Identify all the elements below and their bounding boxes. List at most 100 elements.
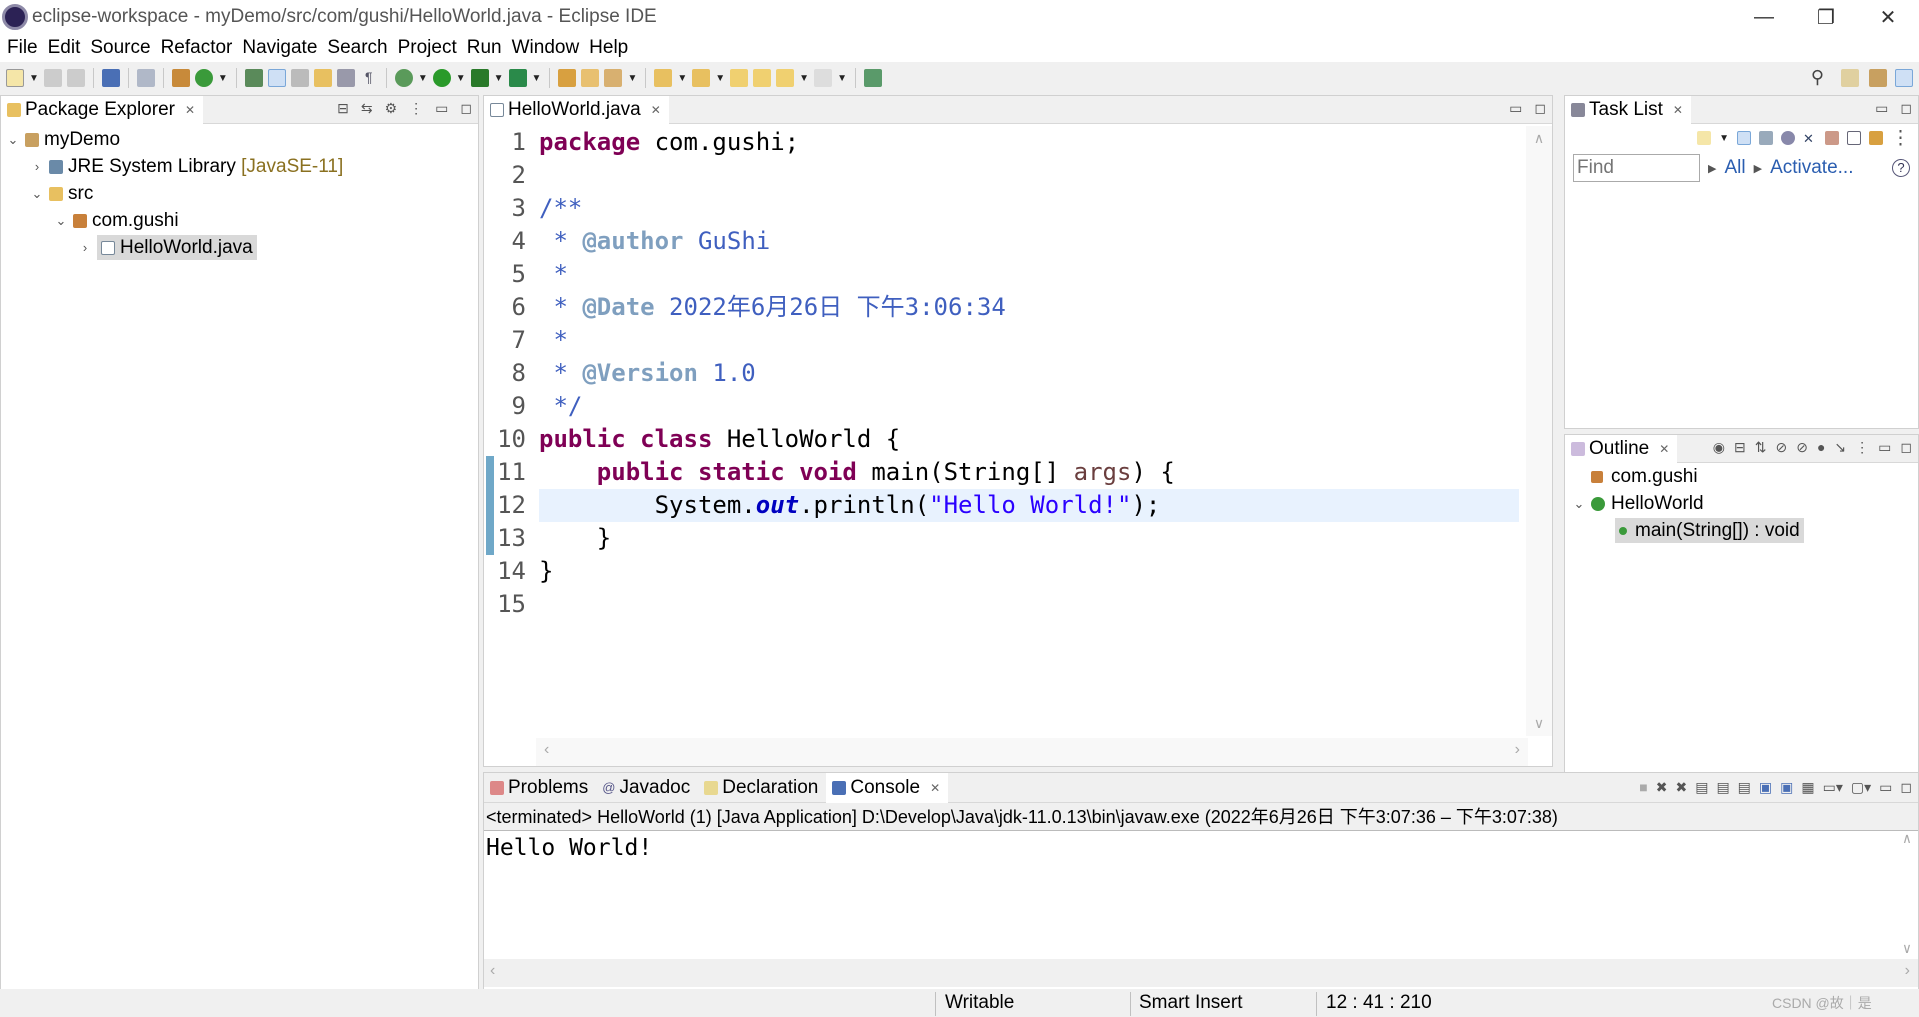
- pilcrow-icon[interactable]: ¶: [360, 69, 378, 87]
- tree-item-jre[interactable]: › JRE System Library [JavaSE-11]: [1, 153, 478, 180]
- forward-disabled-icon[interactable]: [814, 69, 833, 87]
- minimize-button[interactable]: —: [1733, 0, 1795, 34]
- link-with-editor-icon[interactable]: ⇆: [361, 100, 373, 117]
- menu-navigate[interactable]: Navigate: [242, 37, 317, 59]
- status-cursor-position[interactable]: 12 : 41 : 210: [1326, 989, 1432, 1017]
- code-editor[interactable]: 1 2 3 4 5 6 7 8 9 10 11 12 13 14 15 package com.gushi;…: [484, 126, 1524, 734]
- terminal-icon[interactable]: [101, 69, 120, 87]
- java-perspective-icon[interactable]: [1895, 69, 1913, 87]
- minimize-icon[interactable]: ▭: [1875, 100, 1888, 117]
- collapse-all-icon[interactable]: ⊟: [337, 100, 349, 117]
- find-input[interactable]: [1573, 154, 1700, 182]
- external-tools-icon[interactable]: [508, 69, 527, 87]
- pin-console-icon[interactable]: ▦: [1801, 779, 1814, 796]
- hide-completed-icon[interactable]: ✕: [1803, 131, 1817, 146]
- close-icon[interactable]: ✕: [930, 781, 940, 795]
- menu-file[interactable]: File: [7, 37, 38, 59]
- block-selection-icon[interactable]: [290, 69, 309, 87]
- remove-launch-icon[interactable]: ✖: [1656, 779, 1668, 796]
- close-button[interactable]: ✕: [1857, 0, 1919, 34]
- pin-editor-icon[interactable]: [863, 69, 882, 87]
- scroll-lock-icon[interactable]: ▤: [1716, 779, 1729, 796]
- open-folder-icon[interactable]: [581, 69, 600, 87]
- tab-problems[interactable]: Problems: [484, 774, 596, 802]
- tree-item-mydemo[interactable]: ⌄ myDemo: [1, 126, 478, 153]
- close-icon[interactable]: ✕: [1673, 103, 1683, 117]
- view-menu-icon[interactable]: ⋮: [1891, 127, 1910, 150]
- close-icon[interactable]: ✕: [1659, 442, 1669, 456]
- chevron-down-icon[interactable]: ⌄: [29, 186, 45, 202]
- tree-item-package[interactable]: ⌄ com.gushi: [1, 207, 478, 234]
- forward-icon[interactable]: [776, 69, 795, 87]
- maximize-icon[interactable]: ◻: [1900, 779, 1912, 796]
- word-wrap-icon[interactable]: ▤: [1738, 779, 1751, 796]
- new-icon[interactable]: [6, 69, 24, 87]
- all-link[interactable]: All: [1724, 157, 1745, 179]
- categorized-icon[interactable]: [1737, 131, 1751, 145]
- console-horizontal-scrollbar[interactable]: ‹ ›: [484, 959, 1918, 987]
- java-ee-perspective-icon[interactable]: [1869, 69, 1887, 87]
- hide-static-icon[interactable]: ⊘: [1796, 439, 1808, 456]
- tab-declaration[interactable]: Declaration: [698, 774, 826, 802]
- view-menu-icon[interactable]: ⋮: [409, 100, 423, 117]
- tab-helloworld-java[interactable]: HelloWorld.java ✕: [484, 95, 669, 124]
- maximize-icon[interactable]: ◻: [1900, 100, 1912, 117]
- menu-refactor[interactable]: Refactor: [161, 37, 233, 59]
- minimize-icon[interactable]: ▭: [1878, 439, 1891, 456]
- sort-icon[interactable]: ⇅: [1755, 439, 1767, 456]
- help-icon[interactable]: ?: [1892, 159, 1910, 177]
- search-icon[interactable]: ⚲: [1811, 67, 1824, 88]
- last-edit-icon[interactable]: [730, 69, 749, 87]
- menu-search[interactable]: Search: [327, 37, 387, 59]
- scheduled-icon[interactable]: [1759, 131, 1773, 145]
- show-assigned-icon[interactable]: [1825, 131, 1839, 145]
- maximize-icon[interactable]: ◻: [1900, 439, 1912, 456]
- skip-breakpoints-icon[interactable]: [136, 69, 155, 87]
- save-all-icon[interactable]: [66, 69, 85, 87]
- chevron-right-icon[interactable]: ›: [29, 159, 45, 174]
- chevron-down-icon[interactable]: ⌄: [5, 132, 21, 148]
- menu-project[interactable]: Project: [398, 37, 457, 59]
- new-java-package-icon[interactable]: [171, 69, 190, 87]
- back-icon[interactable]: [753, 69, 772, 87]
- hide-fields-icon[interactable]: ⊘: [1775, 439, 1787, 456]
- previous-annotation-icon[interactable]: [692, 69, 711, 87]
- remove-all-icon[interactable]: ✖: [1675, 779, 1687, 796]
- collapse-all-icon[interactable]: [1847, 131, 1861, 145]
- tab-console[interactable]: Console ✕: [826, 772, 949, 803]
- run-icon[interactable]: [432, 69, 451, 87]
- status-insert-mode[interactable]: Smart Insert: [1139, 989, 1242, 1017]
- tab-package-explorer[interactable]: Package Explorer ✕: [1, 95, 204, 124]
- open-console-icon[interactable]: ▢▾: [1851, 779, 1871, 796]
- close-icon[interactable]: ✕: [185, 103, 195, 117]
- clear-console-icon[interactable]: ▤: [1695, 779, 1708, 796]
- word-wrap-icon[interactable]: [313, 69, 332, 87]
- display-console-icon[interactable]: ▭▾: [1823, 779, 1843, 796]
- tree-item-helloworld-java[interactable]: › HelloWorld.java: [1, 234, 478, 261]
- chevron-down-icon[interactable]: ⌄: [1571, 496, 1587, 512]
- focus-icon[interactable]: [1781, 131, 1795, 145]
- minimize-icon[interactable]: ▭: [1509, 100, 1522, 117]
- restore-button[interactable]: ❐: [1795, 0, 1857, 34]
- chevron-down-icon[interactable]: ⌄: [53, 213, 69, 229]
- maximize-icon[interactable]: ◻: [460, 100, 472, 117]
- menu-run[interactable]: Run: [467, 37, 502, 59]
- next-annotation-icon[interactable]: [654, 69, 673, 87]
- save-icon[interactable]: [43, 69, 62, 87]
- close-icon[interactable]: ✕: [651, 103, 661, 117]
- mark-occurrences-icon[interactable]: [267, 69, 286, 87]
- hide-local-types-icon[interactable]: ↘: [1834, 439, 1846, 456]
- new-task-icon[interactable]: [1697, 131, 1712, 145]
- new-class-icon[interactable]: [194, 69, 213, 87]
- show-on-stderr-icon[interactable]: ▣: [1780, 779, 1793, 796]
- focus-icon[interactable]: ◉: [1713, 439, 1725, 456]
- synchronize-icon[interactable]: [1869, 131, 1883, 145]
- chevron-right-icon[interactable]: ›: [77, 240, 93, 255]
- menu-edit[interactable]: Edit: [48, 37, 81, 59]
- editor-vertical-scrollbar[interactable]: ∧ ∨: [1526, 126, 1552, 736]
- activate-link[interactable]: Activate...: [1770, 157, 1853, 179]
- maximize-icon[interactable]: ◻: [1534, 100, 1546, 117]
- collapse-all-icon[interactable]: ⊟: [1734, 439, 1746, 456]
- show-on-stdout-icon[interactable]: ▣: [1759, 779, 1772, 796]
- hide-nonpublic-icon[interactable]: ●: [1817, 439, 1825, 456]
